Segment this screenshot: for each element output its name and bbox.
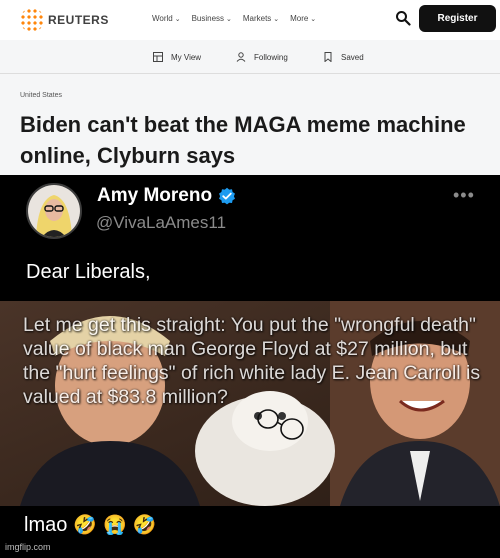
subnav-following[interactable]: Following — [236, 52, 288, 62]
author-name[interactable]: Amy Moreno — [97, 185, 212, 207]
article-headline: Biden can't beat the MAGA meme machine o… — [20, 112, 466, 168]
verified-badge-icon — [219, 187, 236, 205]
subnav-label: Saved — [341, 52, 364, 62]
meme-image[interactable]: Let me get this straight: You put the "w… — [0, 301, 500, 506]
subnav-label: Following — [254, 52, 288, 62]
author-handle[interactable]: @VivaLaAmes11 — [96, 213, 226, 233]
meme-caption: Let me get this straight: You put the "w… — [23, 314, 481, 408]
rolling-laughing-emoji-icon: 🤣 — [73, 515, 98, 536]
nav-item-markets[interactable]: Markets — [243, 14, 279, 23]
subnav-saved[interactable]: Saved — [323, 52, 364, 62]
subnav-my-view[interactable]: My View — [153, 52, 201, 62]
more-options-icon[interactable]: ••• — [453, 185, 475, 206]
reuters-logo[interactable]: REUTERS — [20, 8, 109, 32]
nav-item-business[interactable]: Business — [192, 14, 232, 23]
reuters-logo-icon — [20, 8, 44, 32]
reuters-topbar: REUTERS World Business Markets More Regi… — [0, 0, 500, 40]
person-icon — [236, 52, 246, 62]
rolling-laughing-emoji-icon: 🤣 — [132, 515, 157, 536]
nav-item-world[interactable]: World — [152, 14, 181, 23]
register-button[interactable]: Register — [419, 5, 496, 32]
crying-emoji-icon: 😭 — [103, 515, 127, 536]
reuters-article-header: REUTERS World Business Markets More Regi… — [0, 0, 500, 175]
caption-text: lmao — [24, 513, 68, 536]
tweet-text: Dear Liberals, — [26, 261, 151, 283]
subnav-label: My View — [171, 52, 202, 62]
tweet-caption: lmao 🤣 😭 🤣 — [24, 513, 156, 537]
nav-item-more[interactable]: More — [290, 14, 316, 23]
author-row: Amy Moreno — [97, 185, 236, 207]
imgflip-watermark: imgflip.com — [5, 542, 51, 552]
sub-nav: My View Following Saved — [0, 40, 500, 74]
screenshot-root: REUTERS World Business Markets More Regi… — [0, 0, 500, 558]
article-kicker[interactable]: United States — [20, 92, 62, 99]
bookmark-icon — [324, 52, 332, 62]
tweet: Amy Moreno @VivaLaAmes11 ••• Dear Libera… — [0, 175, 500, 558]
grid-icon — [153, 52, 163, 62]
avatar-image — [28, 185, 80, 237]
main-nav: World Business Markets More — [152, 14, 316, 23]
reuters-logo-text: REUTERS — [48, 13, 109, 27]
avatar[interactable] — [26, 183, 82, 239]
search-icon[interactable] — [395, 10, 411, 26]
